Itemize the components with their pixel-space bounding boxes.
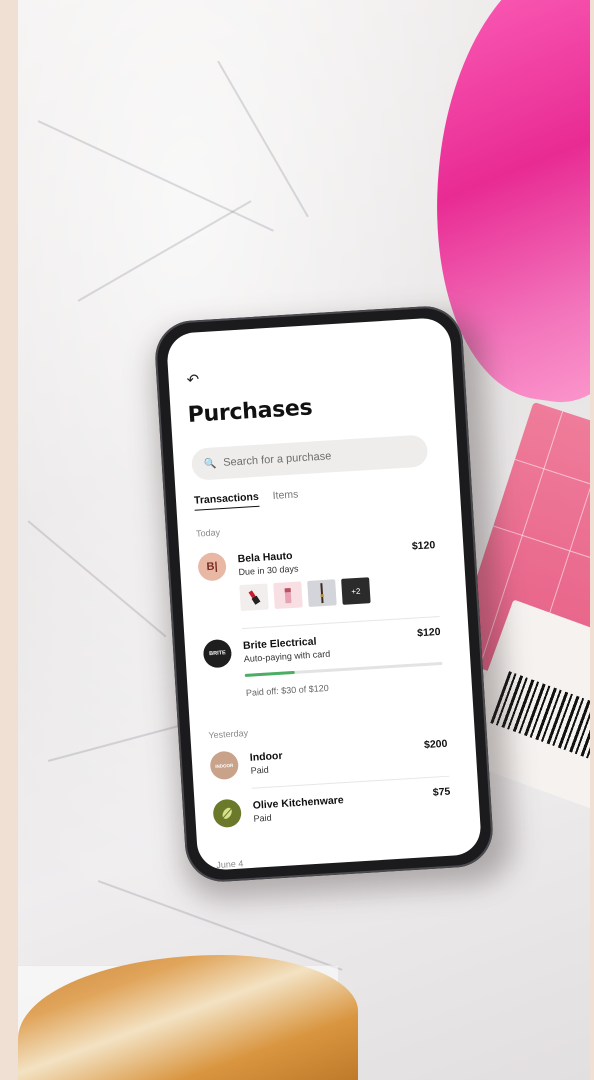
transaction-status: Paid [253,812,272,824]
tab-transactions[interactable]: Transactions [193,490,260,511]
more-items-badge[interactable]: +2 [341,577,371,605]
paid-off-text: Paid off: $30 of $120 [245,682,329,698]
transaction-status: Paid [250,764,269,776]
phone: ↶ Purchases 🔍 Transactions Items Today B… [153,304,495,884]
photo-background: ↶ Purchases 🔍 Transactions Items Today B… [18,0,590,1080]
olive-icon [212,798,243,829]
marble-vein [217,60,309,218]
item-thumbnail[interactable] [273,581,303,610]
payment-progress-fill [244,670,295,677]
tabs: Transactions Items [193,488,299,511]
back-arrow-icon[interactable]: ↶ [186,371,200,389]
merchant-avatar: BRITE [202,638,233,669]
transaction-amount: $200 [423,737,448,752]
search-input[interactable] [222,445,414,469]
merchant-avatar: INDOOR [209,750,240,781]
page-title: Purchases [187,395,313,428]
tab-items[interactable]: Items [272,488,299,506]
marble-vein [37,120,275,232]
item-thumbnail[interactable] [239,583,269,612]
item-thumbnail[interactable] [307,579,337,607]
section-label-june-4: June 4 [216,858,244,871]
payment-progress-bar [244,661,443,677]
merchant-avatar: B| [197,551,227,582]
transaction-row-bela-hauto[interactable]: B| Bela Hauto Due in 30 days $120 +2 [197,539,439,623]
item-thumbnails: +2 [239,577,371,612]
merchant-name: Indoor [249,749,283,764]
phone-screen: ↶ Purchases 🔍 Transactions Items Today B… [165,316,483,872]
transaction-status: Due in 30 days [238,563,299,578]
section-label-today: Today [195,527,221,539]
transaction-row-indoor[interactable]: INDOOR Indoor Paid $200 [209,738,449,792]
marble-vein [27,520,167,638]
transaction-row-olive-kitchenware[interactable]: Olive Kitchenware Paid $75 [212,786,452,840]
search-icon: 🔍 [203,457,217,470]
transaction-amount: $75 [432,785,451,799]
transaction-row-brite-electrical[interactable]: BRITE Brite Electrical Auto-paying with … [202,625,445,710]
transaction-amount: $120 [416,625,441,640]
merchant-name: Olive Kitchenware [252,794,345,812]
marble-vein [77,200,252,302]
section-label-yesterday: Yesterday [208,727,249,741]
search-bar[interactable]: 🔍 [190,434,429,481]
transaction-amount: $120 [411,539,436,553]
merchant-name: Bela Hauto [237,549,293,566]
